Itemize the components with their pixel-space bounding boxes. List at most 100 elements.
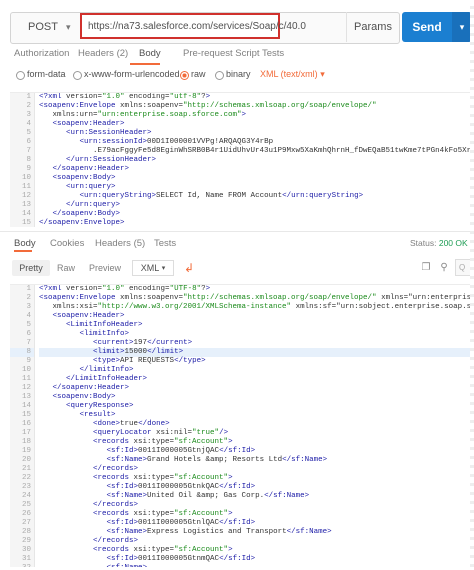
- line-number: 16: [21, 420, 31, 428]
- code-line: <records xsi:type="sf:Account">: [93, 438, 233, 446]
- label-urlencoded: x-www-form-urlencoded: [84, 69, 180, 79]
- line-number: 11: [21, 183, 31, 191]
- radio-binary[interactable]: [215, 71, 224, 80]
- request-code: <?xml version="1.0" encoding="utf-8"?> <s…: [39, 93, 470, 227]
- format-select[interactable]: XML ▾: [132, 260, 174, 276]
- body-type-options: form-data x-www-form-urlencoded raw bina…: [0, 68, 474, 82]
- label-form-data: form-data: [27, 69, 66, 79]
- line-number: 6: [26, 330, 31, 338]
- line-number: 2: [26, 102, 31, 110]
- chevron-down-icon: ▾: [320, 69, 325, 79]
- content-type-select[interactable]: XML (text/xml) ▾: [260, 69, 325, 80]
- line-number-gutter: 1 2 3 4 5 6 7 8 9 10 11 12 13 14 15: [10, 93, 35, 227]
- tab-cookies[interactable]: Cookies: [50, 238, 84, 249]
- line-number: 5: [26, 129, 31, 137]
- tab-body[interactable]: Body: [139, 48, 161, 59]
- code-line: xmlns:urn="urn:enterprise.soap.sforce.co…: [39, 111, 247, 119]
- line-number-gutter: 1 2 3 4 5 6 7 8 9 10 11 12 13 14 15 16 17 18 19 20 21 22 23 24 2…: [10, 285, 35, 567]
- line-number: 18: [21, 438, 31, 446]
- response-body-viewer[interactable]: 1 2 3 4 5 6 7 8 9 10 11 12 13 14 15 16 17 18 19 20 21 22 23 24 2…: [10, 284, 470, 567]
- code-line: <sf:Name>United Oil &amp; Gas Corp.</sf:…: [106, 492, 310, 500]
- line-number: 5: [26, 321, 31, 329]
- url-input[interactable]: https://na73.salesforce.com/services/Soa…: [80, 13, 306, 39]
- code-line: </records>: [93, 537, 139, 545]
- divider: [0, 231, 474, 232]
- send-button[interactable]: Send: [402, 12, 452, 42]
- code-line: <records xsi:type="sf:Account">: [93, 510, 233, 518]
- response-status: Status: 200 OK: [410, 238, 468, 248]
- tab-tests[interactable]: Tests: [262, 48, 284, 59]
- code-line: <soapenv:Body>: [52, 393, 116, 401]
- line-number: 11: [21, 375, 31, 383]
- line-number: 4: [26, 120, 31, 128]
- active-tab-indicator: [130, 63, 160, 65]
- code-line: </limitInfo>: [79, 366, 134, 374]
- tab-pre-request-script[interactable]: Pre-request Script: [183, 48, 260, 59]
- code-line: </LimitInfoHeader>: [66, 375, 148, 383]
- code-line: </soapenv:Header>: [52, 165, 130, 173]
- code-line: <?xml version="1.0" encoding="UTF-8"?>: [39, 285, 211, 293]
- code-line: <limitInfo>: [79, 330, 130, 338]
- status-value: 200 OK: [438, 238, 468, 248]
- search-icon[interactable]: ⚲: [438, 262, 450, 274]
- tab-authorization[interactable]: Authorization: [14, 48, 69, 59]
- radio-urlencoded[interactable]: [73, 71, 82, 80]
- code-line: </soapenv:Header>: [52, 384, 130, 392]
- line-number: 10: [21, 366, 31, 374]
- copy-icon[interactable]: ❐: [420, 262, 432, 274]
- radio-raw[interactable]: [180, 71, 189, 80]
- send-options-button[interactable]: ▾: [452, 12, 472, 42]
- wrap-lines-icon[interactable]: ↲: [181, 261, 197, 275]
- tab-response-headers-count: (5): [133, 238, 146, 249]
- code-line: <soapenv:Body>: [52, 174, 116, 182]
- code-line: <records xsi:type="sf:Account">: [93, 474, 233, 482]
- tab-response-headers[interactable]: Headers (5): [95, 238, 145, 249]
- code-line: <soapenv:Envelope xmlns:soapenv="http://…: [39, 102, 377, 110]
- line-number: 1: [26, 93, 31, 101]
- tab-headers-label: Headers: [78, 48, 114, 59]
- chevron-down-icon: ▾: [65, 21, 71, 32]
- line-number: 24: [21, 492, 31, 500]
- code-line: <sf:Id>0011I000005GtnjQAC</sf:Id>: [106, 447, 256, 455]
- line-number: 10: [21, 174, 31, 182]
- code-line: <urn:queryString>SELECT Id, Name FROM Ac…: [79, 192, 364, 200]
- line-number: 17: [21, 429, 31, 437]
- code-line: </soapenv:Envelope>: [39, 219, 125, 227]
- line-number: 2: [26, 294, 31, 302]
- line-number: 15: [21, 219, 31, 227]
- view-preview[interactable]: Preview: [84, 260, 126, 276]
- line-number: 7: [26, 339, 31, 347]
- tab-headers[interactable]: Headers (2): [78, 48, 128, 59]
- code-line: <?xml version="1.0" encoding="utf-8"?>: [39, 93, 211, 101]
- line-number: 29: [21, 537, 31, 545]
- line-number: 9: [26, 357, 31, 365]
- request-body-editor[interactable]: 1 2 3 4 5 6 7 8 9 10 11 12 13 14 15 <?xml version="1.0…: [10, 92, 470, 227]
- line-number: 14: [21, 402, 31, 410]
- code-line: </records>: [93, 501, 139, 509]
- format-label: XML: [140, 263, 160, 273]
- code-line: <type>API REQUESTS</type>: [93, 357, 206, 365]
- tab-response-body[interactable]: Body: [14, 238, 36, 249]
- line-number: 28: [21, 528, 31, 536]
- code-line: </soapenv:Body>: [52, 210, 121, 218]
- params-button[interactable]: Params: [346, 12, 399, 42]
- line-number: 19: [21, 447, 31, 455]
- line-number: 3: [26, 111, 31, 119]
- line-number: 12: [21, 192, 31, 200]
- radio-form-data[interactable]: [16, 71, 25, 80]
- method-select[interactable]: POST ▾: [10, 12, 72, 42]
- line-number: 21: [21, 465, 31, 473]
- code-line: <queryResponse>: [66, 402, 134, 410]
- line-number: 25: [21, 501, 31, 509]
- code-line: xmlns:xsi="http://www.w3.org/2001/XMLSch…: [39, 303, 471, 311]
- label-raw: raw: [191, 69, 206, 79]
- response-toolbar: Pretty Raw Preview XML ▾: [0, 259, 474, 277]
- line-number: 7: [26, 147, 31, 155]
- tab-response-tests[interactable]: Tests: [154, 238, 176, 249]
- tab-response-headers-label: Headers: [95, 238, 131, 249]
- line-number: 8: [10, 348, 34, 357]
- view-pretty[interactable]: Pretty: [12, 260, 50, 276]
- line-number: 12: [21, 384, 31, 392]
- view-raw[interactable]: Raw: [52, 260, 80, 276]
- code-line: <soapenv:Header>: [52, 312, 125, 320]
